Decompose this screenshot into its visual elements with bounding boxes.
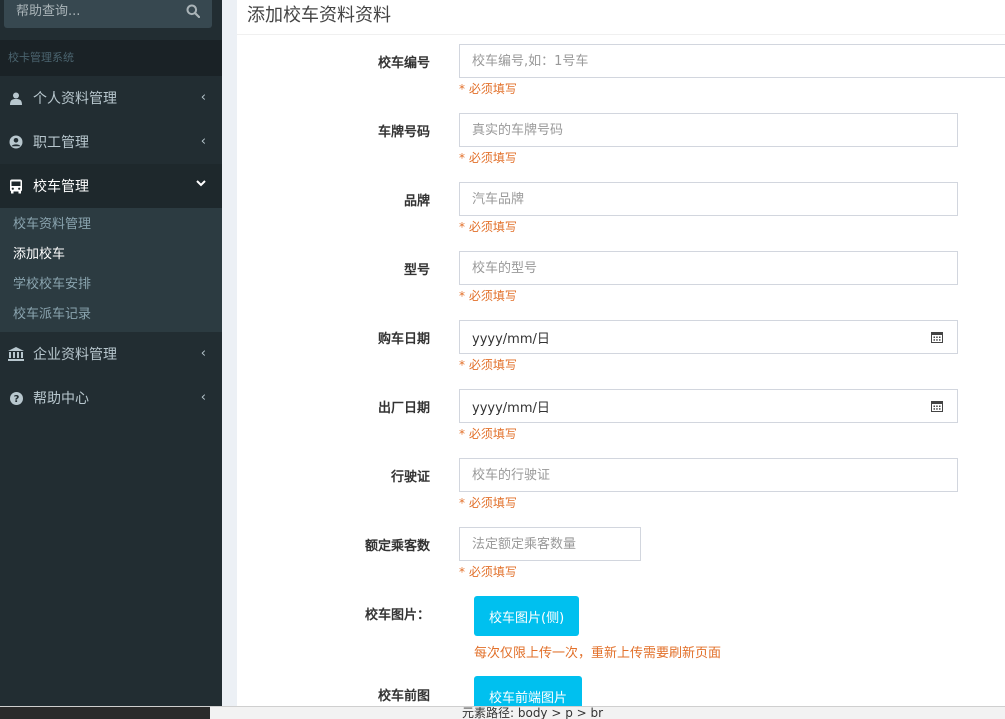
upload-side-image-button[interactable]: 校车图片(侧) [474,596,580,636]
calendar-icon[interactable] [931,400,943,412]
front-image-label: 校车前图 [377,689,430,704]
submenu-item-bus-schedule[interactable]: 学校校车安排 [0,270,222,300]
chevron-left-icon: ‹ [200,390,206,405]
bus-icon [8,178,24,194]
element-path: 元素路径: body > p > br [462,706,604,719]
menu-item-staff[interactable]: 职工管理 ‹ [0,120,222,164]
menu-label: 企业资料管理 [33,347,117,363]
form-box: 添加校车资料资料 校车编号 * 必须填写 车牌号码 * 必须填写 品牌 * 必须… [237,0,1005,716]
menu-label: 职工管理 [33,135,89,151]
bus-submenu: 校车资料管理 添加校车 学校校车安排 校车派车记录 [0,208,222,332]
date-value: yyyy/mm/日 [472,400,550,416]
upload-note: 每次仅限上传一次，重新上传需要刷新页面 [474,646,722,661]
required-hint: * 必须填写 [459,151,517,165]
menu-label: 帮助中心 [33,391,89,407]
chevron-left-icon: ‹ [200,134,206,149]
chevron-left-icon: ‹ [200,346,206,361]
model-input[interactable] [459,251,958,285]
question-circle-icon: ? [8,390,24,406]
search-input[interactable] [16,1,176,21]
date-value: yyyy/mm/日 [472,331,550,347]
chevron-left-icon: ‹ [200,90,206,105]
search-button[interactable] [184,2,202,20]
license-input[interactable] [459,458,958,492]
plate-number-input[interactable] [459,113,958,147]
required-hint: * 必须填写 [459,82,517,96]
required-hint: * 必须填写 [459,427,517,441]
svg-text:?: ? [13,394,19,405]
model-label: 型号 [403,263,430,278]
passenger-capacity-label: 额定乘客数 [364,539,430,554]
required-hint: * 必须填写 [459,289,517,303]
status-bar-dark [0,707,210,719]
sidebar-menu: 个人资料管理 ‹ 职工管理 ‹ 校车管理 校车资料管理 添加校车 学校校车安排 … [0,76,222,420]
passenger-capacity-input[interactable] [459,527,641,561]
menu-item-bus[interactable]: 校车管理 [0,164,222,208]
menu-item-personal[interactable]: 个人资料管理 ‹ [0,76,222,120]
side-image-label: 校车图片： [364,608,430,623]
bus-number-label: 校车编号 [377,56,430,71]
user-icon [8,90,24,106]
required-hint: * 必须填写 [459,496,517,510]
menu-label: 个人资料管理 [33,91,117,107]
bank-icon [8,346,24,362]
brand-input[interactable] [459,182,958,216]
system-header: 校卡管理系统 [0,40,222,76]
required-hint: * 必须填写 [459,358,517,372]
bus-number-input[interactable] [459,44,1005,78]
search-box [4,0,212,28]
submenu-item-add-bus[interactable]: 添加校车 [0,240,222,270]
plate-number-label: 车牌号码 [377,125,430,140]
purchase-date-label: 购车日期 [377,332,430,347]
content-area: 添加校车资料资料 校车编号 * 必须填写 车牌号码 * 必须填写 品牌 * 必须… [222,0,1005,716]
chevron-down-icon [196,177,206,192]
menu-item-help[interactable]: ? 帮助中心 ‹ [0,376,222,420]
brand-label: 品牌 [403,194,430,209]
menu-item-enterprise[interactable]: 企业资料管理 ‹ [0,332,222,376]
search-icon [186,4,200,18]
manufacture-date-label: 出厂日期 [377,401,430,416]
submenu-item-dispatch-log[interactable]: 校车派车记录 [0,300,222,330]
calendar-icon[interactable] [931,331,943,343]
required-hint: * 必须填写 [459,220,517,234]
manufacture-date-input[interactable]: yyyy/mm/日 [459,389,958,423]
purchase-date-input[interactable]: yyyy/mm/日 [459,320,958,354]
sidebar: 校卡管理系统 个人资料管理 ‹ 职工管理 ‹ 校车管理 校车 [0,0,222,706]
user-circle-icon [8,134,24,150]
submenu-item-bus-records[interactable]: 校车资料管理 [0,210,222,240]
page-title: 添加校车资料资料 [247,5,391,26]
license-label: 行驶证 [390,470,430,485]
menu-label: 校车管理 [33,179,89,195]
required-hint: * 必须填写 [459,565,517,579]
divider [237,34,1005,35]
status-bar: 元素路径: body > p > br [0,706,1005,719]
